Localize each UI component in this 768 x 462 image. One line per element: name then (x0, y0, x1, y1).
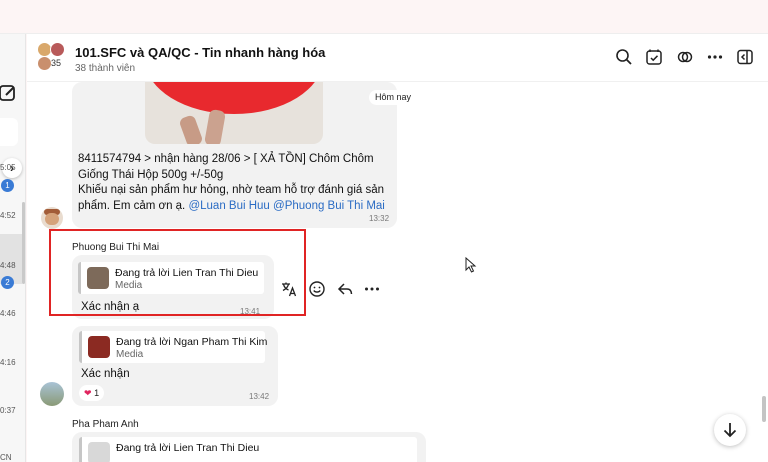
reply-icon[interactable] (336, 280, 354, 298)
date-separator: Hôm nay (369, 90, 418, 105)
mouse-cursor-icon (465, 257, 477, 273)
calendar-check-icon[interactable] (645, 48, 663, 66)
conversation-list: › 5:05 1 4:52 4:48 2 4:46 4:16 0:37 CN (0, 34, 26, 462)
reply-quote[interactable]: Đang trả lời Ngan Pham Thi Kim Media (79, 331, 268, 363)
conversation-time: 4:16 (0, 358, 16, 367)
mention-link[interactable]: @Luan Bui Huu (188, 200, 269, 212)
group-avatar[interactable]: 35 (37, 42, 67, 72)
conversation-time: 4:46 (0, 309, 16, 318)
mention-link[interactable]: @Phuong Bui Thi Mai (273, 200, 385, 212)
message-image[interactable] (145, 82, 323, 144)
reply-subtitle: Media (116, 349, 144, 360)
more-actions-icon[interactable] (363, 280, 381, 298)
reply-thumbnail (88, 442, 110, 462)
message-time: 13:32 (369, 214, 390, 223)
conversation-time: 5:05 (0, 163, 16, 172)
conversation-time: 4:48 (0, 261, 16, 270)
conversation-time: 4:52 (0, 211, 16, 220)
emoji-icon[interactable] (308, 280, 326, 298)
chat-panel: 35 101.SFC và QA/QC - Tin nhanh hàng hóa… (27, 34, 768, 462)
message-bubble[interactable]: Đang trả lời Lien Tran Thi Dieu (72, 432, 426, 462)
avatar[interactable] (40, 382, 64, 406)
message-text: Xác nhận (81, 368, 130, 380)
reply-thumbnail (88, 336, 110, 358)
reply-title: Đang trả lời Lien Tran Thi Dieu (116, 442, 260, 454)
reply-title: Đang trả lời Ngan Pham Thi Kim (116, 336, 268, 348)
conversation-label: CN (0, 453, 12, 462)
sender-name[interactable]: Pha Pham Anh (72, 419, 139, 430)
search-box-partial[interactable] (0, 118, 18, 146)
reply-quote[interactable]: Đang trả lời Lien Tran Thi Dieu (79, 437, 417, 462)
unread-badge: 1 (1, 179, 14, 192)
compose-icon[interactable] (0, 84, 18, 102)
chat-header: 35 101.SFC và QA/QC - Tin nhanh hàng hóa… (27, 34, 768, 82)
top-strip (0, 0, 768, 34)
sidebar-toggle-icon[interactable] (736, 48, 754, 66)
member-avatar-count: 35 (51, 58, 62, 68)
message-text: 8411574794 > nhận hàng 28/06 > [ XẢ TỒN]… (78, 153, 385, 212)
highlight-box (49, 229, 306, 316)
avatar[interactable] (41, 207, 63, 229)
search-icon[interactable] (615, 48, 633, 66)
reaction-badge[interactable]: ❤ 1 (79, 385, 105, 401)
scroll-to-bottom-button[interactable] (714, 414, 746, 446)
chain-icon[interactable] (676, 48, 694, 66)
more-icon[interactable] (706, 48, 724, 66)
arrow-down-icon (723, 423, 737, 438)
conversation-time: 0:37 (0, 406, 16, 415)
list-scrollbar[interactable] (22, 202, 25, 284)
chat-scrollbar[interactable] (762, 396, 766, 422)
unread-badge: 2 (1, 276, 14, 289)
chat-title[interactable]: 101.SFC và QA/QC - Tin nhanh hàng hóa (75, 45, 325, 60)
member-count[interactable]: 38 thành viên (75, 63, 135, 74)
translate-icon[interactable] (280, 280, 298, 298)
message-time: 13:42 (249, 392, 270, 401)
heart-icon: ❤ (84, 388, 92, 398)
